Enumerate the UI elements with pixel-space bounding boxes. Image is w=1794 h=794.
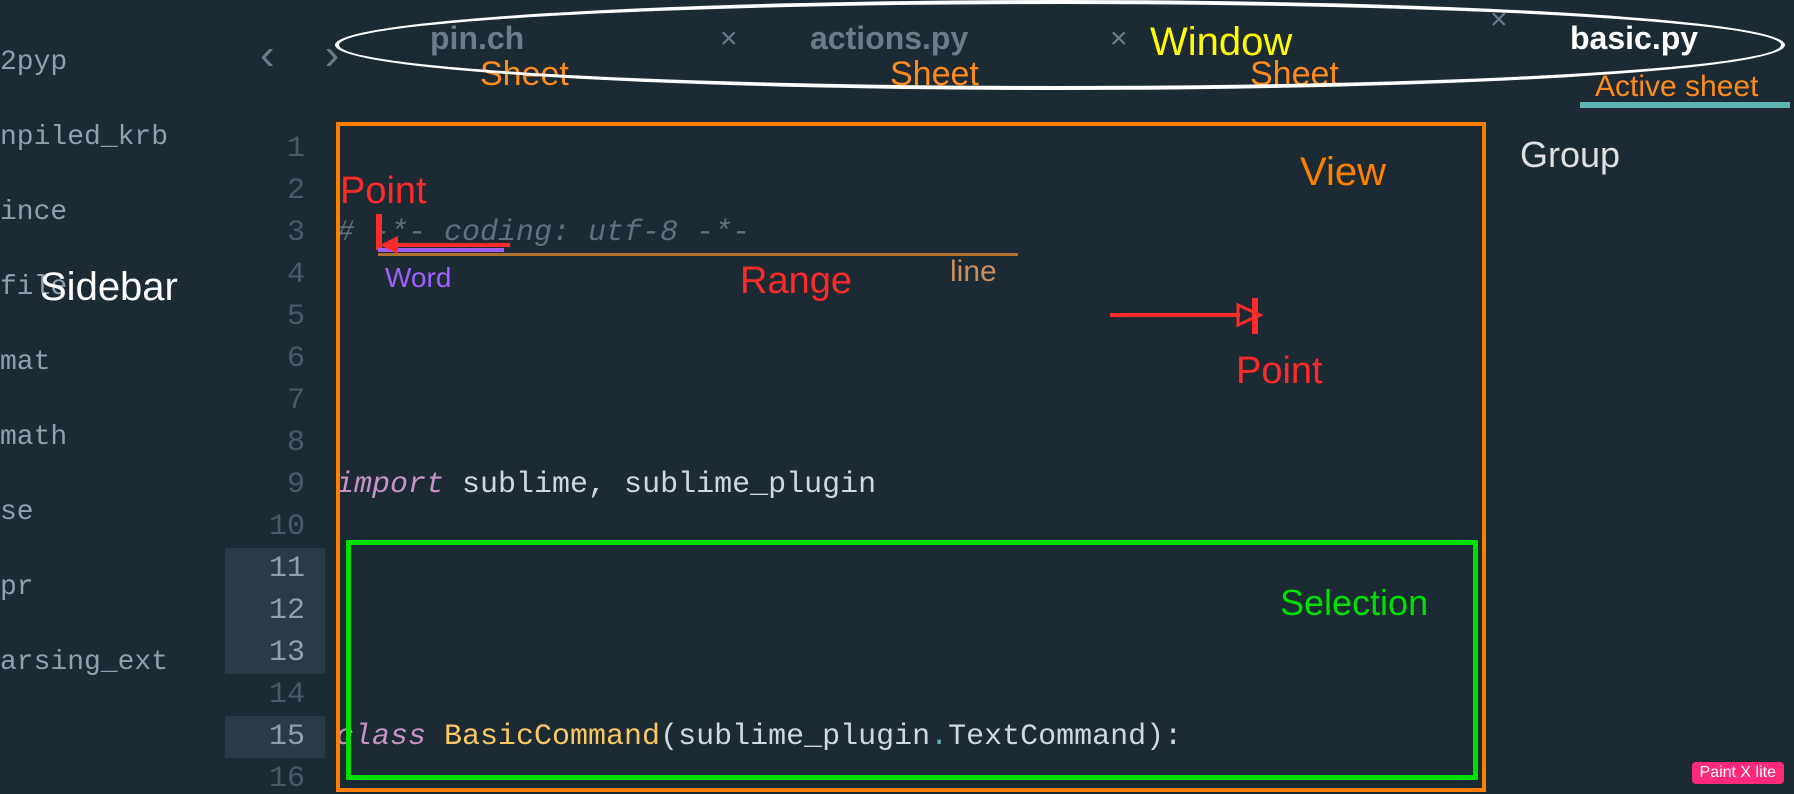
- sidebar: 2pyp npiled_krb ince file mat math se pr…: [0, 0, 220, 794]
- tab-bar: pin.ch × actions.py × × basic.py: [400, 20, 1794, 100]
- line-number: 13: [225, 632, 325, 674]
- sidebar-item[interactable]: ince: [0, 175, 220, 250]
- sidebar-item[interactable]: 2pyp: [0, 25, 220, 100]
- line-number: 16: [225, 758, 325, 794]
- sidebar-item[interactable]: mat: [0, 325, 220, 400]
- sheet-annotation: Sheet: [890, 55, 979, 94]
- tab[interactable]: pin.ch ×: [430, 20, 524, 57]
- line-annotation: line: [950, 255, 997, 289]
- line-number: 14: [225, 674, 325, 716]
- line-number: 3: [225, 212, 325, 254]
- sidebar-item[interactable]: math: [0, 400, 220, 475]
- sidebar-item[interactable]: npiled_krb: [0, 100, 220, 175]
- window-annotation: Window: [1150, 20, 1292, 65]
- line-number: 9: [225, 464, 325, 506]
- point-annotation: Point: [1236, 350, 1323, 393]
- line-number: 8: [225, 422, 325, 464]
- point-annotation: Point: [340, 170, 427, 213]
- range-annotation: Range: [740, 260, 852, 303]
- close-icon[interactable]: ×: [1490, 3, 1508, 37]
- tab-title: basic.py: [1570, 20, 1698, 57]
- tab-nav: ‹ ›: [260, 30, 339, 80]
- line-gutter: 1 2 3 4 5 6 7 8 9 10 11 12 13 14 15 16: [225, 128, 325, 794]
- nav-forward-icon[interactable]: ›: [325, 30, 340, 80]
- line-number: 11: [225, 548, 325, 590]
- code-line: import sublime, sublime_plugin: [336, 464, 1486, 506]
- close-icon[interactable]: ×: [720, 22, 738, 56]
- tab-title: pin.ch: [430, 20, 524, 57]
- range-underline: [378, 253, 1018, 256]
- nav-back-icon[interactable]: ‹: [260, 30, 275, 80]
- caret-mark: [376, 214, 382, 250]
- tab[interactable]: actions.py ×: [810, 20, 968, 57]
- line-number: 5: [225, 296, 325, 338]
- caret-mark: [1252, 298, 1258, 334]
- close-icon[interactable]: ×: [1110, 22, 1128, 56]
- active-sheet-annotation: Active sheet: [1595, 70, 1758, 104]
- line-number: 15: [225, 716, 325, 758]
- line-number: 6: [225, 338, 325, 380]
- tab-title: actions.py: [810, 20, 968, 57]
- word-annotation: Word: [385, 262, 451, 294]
- sidebar-annotation: Sidebar: [40, 265, 178, 310]
- sidebar-item[interactable]: arsing_ext: [0, 625, 220, 700]
- sidebar-item[interactable]: pr: [0, 550, 220, 625]
- tab-active[interactable]: basic.py: [1570, 20, 1698, 57]
- code-line: # -*- coding: utf-8 -*-: [336, 212, 1486, 254]
- group-annotation: Group: [1520, 134, 1620, 176]
- view-annotation: View: [1300, 150, 1386, 195]
- sidebar-item[interactable]: se: [0, 475, 220, 550]
- word-underline: [378, 248, 504, 252]
- sheet-annotation: Sheet: [480, 55, 569, 94]
- line-number: 10: [225, 506, 325, 548]
- line-number: 1: [225, 128, 325, 170]
- line-number: 12: [225, 590, 325, 632]
- watermark: Paint X lite: [1692, 762, 1784, 784]
- code-view[interactable]: # -*- coding: utf-8 -*- import sublime, …: [336, 128, 1486, 794]
- line-number: 4: [225, 254, 325, 296]
- line-number: 2: [225, 170, 325, 212]
- line-number: 7: [225, 380, 325, 422]
- selection-annotation: Selection: [1280, 582, 1428, 624]
- code-line: class BasicCommand(sublime_plugin.TextCo…: [336, 716, 1486, 758]
